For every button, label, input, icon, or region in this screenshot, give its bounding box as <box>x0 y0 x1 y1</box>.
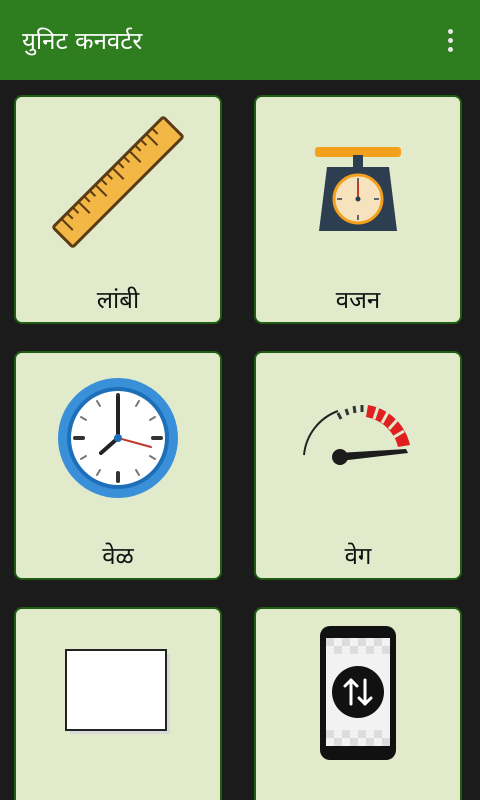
app-title: युनिट कनवर्टर <box>22 26 143 55</box>
category-card-area[interactable] <box>14 607 222 800</box>
category-card-length[interactable]: लांबी <box>14 95 222 324</box>
area-square-icon <box>16 609 220 779</box>
data-transfer-phone-icon <box>256 609 460 779</box>
category-card-data[interactable] <box>254 607 462 800</box>
speedometer-icon <box>256 353 460 523</box>
category-label-weight: वजन <box>335 286 381 314</box>
clock-icon <box>16 353 220 523</box>
weighing-scale-icon <box>256 97 460 267</box>
app-bar: युनिट कनवर्टर <box>0 0 480 80</box>
category-card-weight[interactable]: वजन <box>254 95 462 324</box>
category-card-speed[interactable]: वेग <box>254 351 462 580</box>
category-label-time: वेळ <box>102 542 134 570</box>
category-label-length: लांबी <box>96 286 140 314</box>
category-label-speed: वेग <box>344 542 372 570</box>
category-card-time[interactable]: वेळ <box>14 351 222 580</box>
ruler-icon <box>16 97 220 267</box>
overflow-menu-icon[interactable] <box>438 20 462 60</box>
category-grid: लांबी वजन वेळ वेग <box>0 80 480 800</box>
